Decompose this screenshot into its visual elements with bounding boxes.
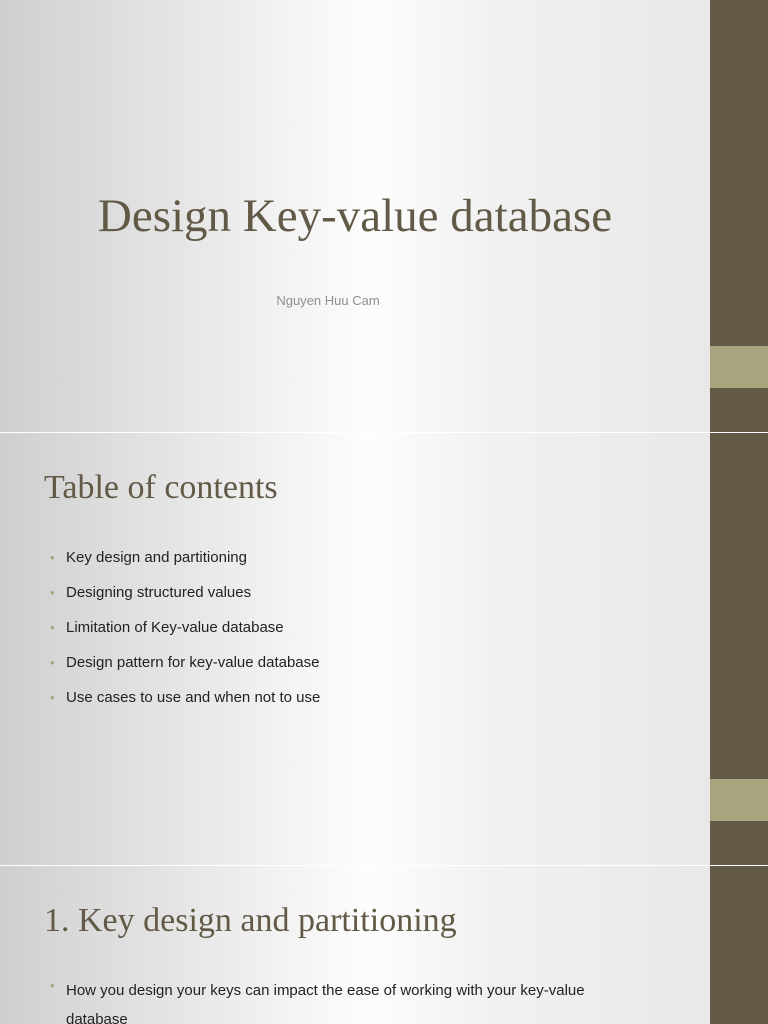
side-bar-accent <box>710 346 768 388</box>
bullet-text: Use cases to use and when not to use <box>66 689 321 706</box>
list-item: • Designing structured values <box>50 583 650 603</box>
bullet-list: • How you design your keys can impact th… <box>50 978 650 1024</box>
bullet-list: • Key design and partitioning • Designin… <box>50 548 650 723</box>
bullet-text: Limitation of Key-value database <box>66 619 284 636</box>
bullet-text: Designing structured values <box>66 584 252 601</box>
section-slide: 1. Key design and partitioning • How you… <box>0 866 768 1024</box>
bullet-icon: • <box>50 585 55 600</box>
bullet-icon: • <box>50 550 55 565</box>
bullet-icon: • <box>50 690 55 705</box>
bullet-text: How you design your keys can impact the … <box>66 982 585 1024</box>
side-bar-accent <box>710 779 768 821</box>
bullet-icon: • <box>50 655 55 670</box>
list-item: • Design pattern for key-value database <box>50 653 650 673</box>
bullet-icon: • <box>50 978 55 993</box>
list-item: • How you design your keys can impact th… <box>50 976 650 1024</box>
side-bar <box>710 866 768 1024</box>
list-item: • Use cases to use and when not to use <box>50 688 650 708</box>
slide-heading: 1. Key design and partitioning <box>44 902 457 939</box>
bullet-text: Key design and partitioning <box>66 549 247 566</box>
title-slide: Design Key-value database Nguyen Huu Cam <box>0 0 768 432</box>
bullet-text: Design pattern for key-value database <box>66 654 320 671</box>
bullet-icon: • <box>50 620 55 635</box>
slide-heading: Table of contents <box>44 469 278 506</box>
slide-subtitle: Nguyen Huu Cam <box>276 293 380 308</box>
list-item: • Limitation of Key-value database <box>50 618 650 638</box>
contents-slide: Table of contents • Key design and parti… <box>0 433 768 865</box>
list-item: • Key design and partitioning <box>50 548 650 568</box>
slide-title: Design Key-value database <box>97 190 613 242</box>
